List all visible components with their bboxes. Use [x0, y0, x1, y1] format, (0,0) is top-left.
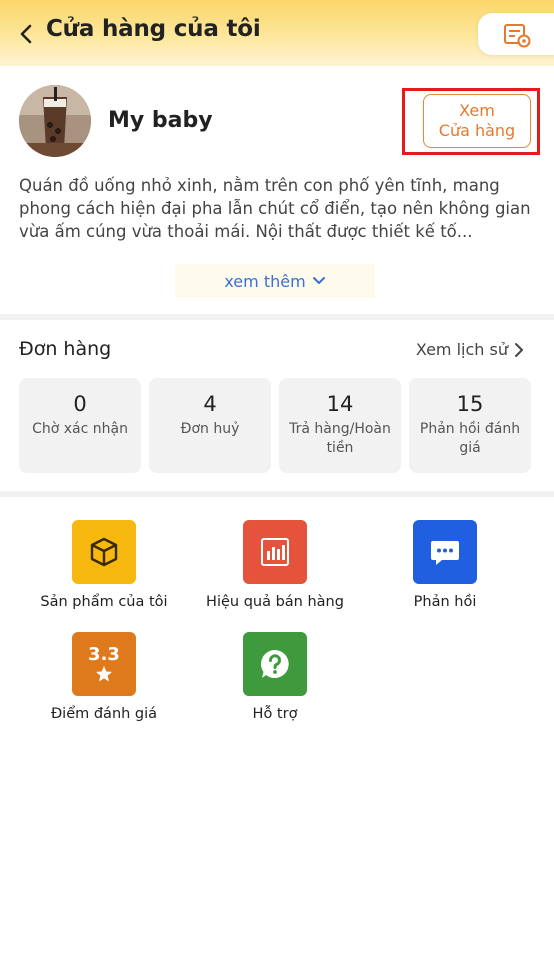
section-divider	[0, 491, 554, 497]
help-icon	[243, 632, 307, 696]
see-more-button[interactable]: xem thêm	[175, 264, 375, 298]
stat-value: 4	[203, 392, 217, 416]
rating-star-icon: 3.3	[72, 632, 136, 696]
feature-label: Phản hồi	[413, 594, 477, 610]
see-more-label: xem thêm	[224, 271, 306, 291]
chevron-down-icon	[312, 277, 325, 284]
section-divider	[0, 314, 554, 320]
box-icon	[72, 520, 136, 584]
view-history-link[interactable]: Xem lịch sử	[416, 340, 524, 359]
orders-title: Đơn hàng	[19, 338, 112, 360]
stat-label: Chờ xác nhận	[32, 421, 128, 437]
stat-returns[interactable]: 14 Trả hàng/Hoàn tiền	[279, 378, 401, 473]
chevron-right-icon	[515, 342, 523, 357]
stat-value: 14	[326, 392, 354, 416]
shop-avatar[interactable]	[19, 85, 91, 157]
order-stats: 0 Chờ xác nhận 4 Đơn huỷ 14 Trả hàng/Hoà…	[19, 378, 531, 473]
drink-image	[19, 85, 91, 157]
stat-pending[interactable]: 0 Chờ xác nhận	[19, 378, 141, 473]
view-history-label: Xem lịch sử	[415, 340, 508, 359]
stat-label: Đơn huỷ	[180, 421, 240, 437]
chat-bubble-icon	[413, 520, 477, 584]
shop-profile: My baby Xem Cửa hàng Quán đồ uống nhỏ xi…	[0, 66, 554, 314]
stat-cancelled[interactable]: 4 Đơn huỷ	[149, 378, 271, 473]
bar-chart-icon	[243, 520, 307, 584]
chevron-left-icon	[20, 24, 32, 44]
feature-rating-score[interactable]: 3.3 Điểm đánh giá	[14, 632, 194, 722]
shop-settings-button[interactable]	[478, 13, 554, 55]
feature-sales-performance[interactable]: Hiệu quả bán hàng	[185, 520, 365, 610]
feature-label: Hiệu quả bán hàng	[206, 594, 344, 610]
feature-label: Sản phẩm của tôi	[40, 594, 168, 610]
stat-label: Trả hàng/Hoàn tiền	[289, 421, 391, 456]
highlight-box	[402, 88, 540, 155]
page-title: Cửa hàng của tôi	[46, 16, 261, 42]
stat-value: 0	[73, 392, 87, 416]
feature-my-products[interactable]: Sản phẩm của tôi	[14, 520, 194, 610]
shop-name: My baby	[108, 108, 213, 133]
stat-value: 15	[456, 392, 484, 416]
feature-feedback[interactable]: Phản hồi	[355, 520, 535, 610]
app-header: Cửa hàng của tôi	[0, 0, 554, 66]
feature-support[interactable]: Hỗ trợ	[185, 632, 365, 722]
feature-label: Hỗ trợ	[252, 706, 298, 722]
feature-label: Điểm đánh giá	[50, 706, 158, 722]
rating-value: 3.3	[88, 644, 120, 665]
stat-review-replies[interactable]: 15 Phản hồi đánh giá	[409, 378, 531, 473]
shop-settings-icon	[504, 24, 531, 48]
stat-label: Phản hồi đánh giá	[419, 421, 521, 456]
shop-description: Quán đồ uống nhỏ xinh, nằm trên con phố …	[19, 176, 531, 241]
back-button[interactable]	[14, 20, 40, 48]
